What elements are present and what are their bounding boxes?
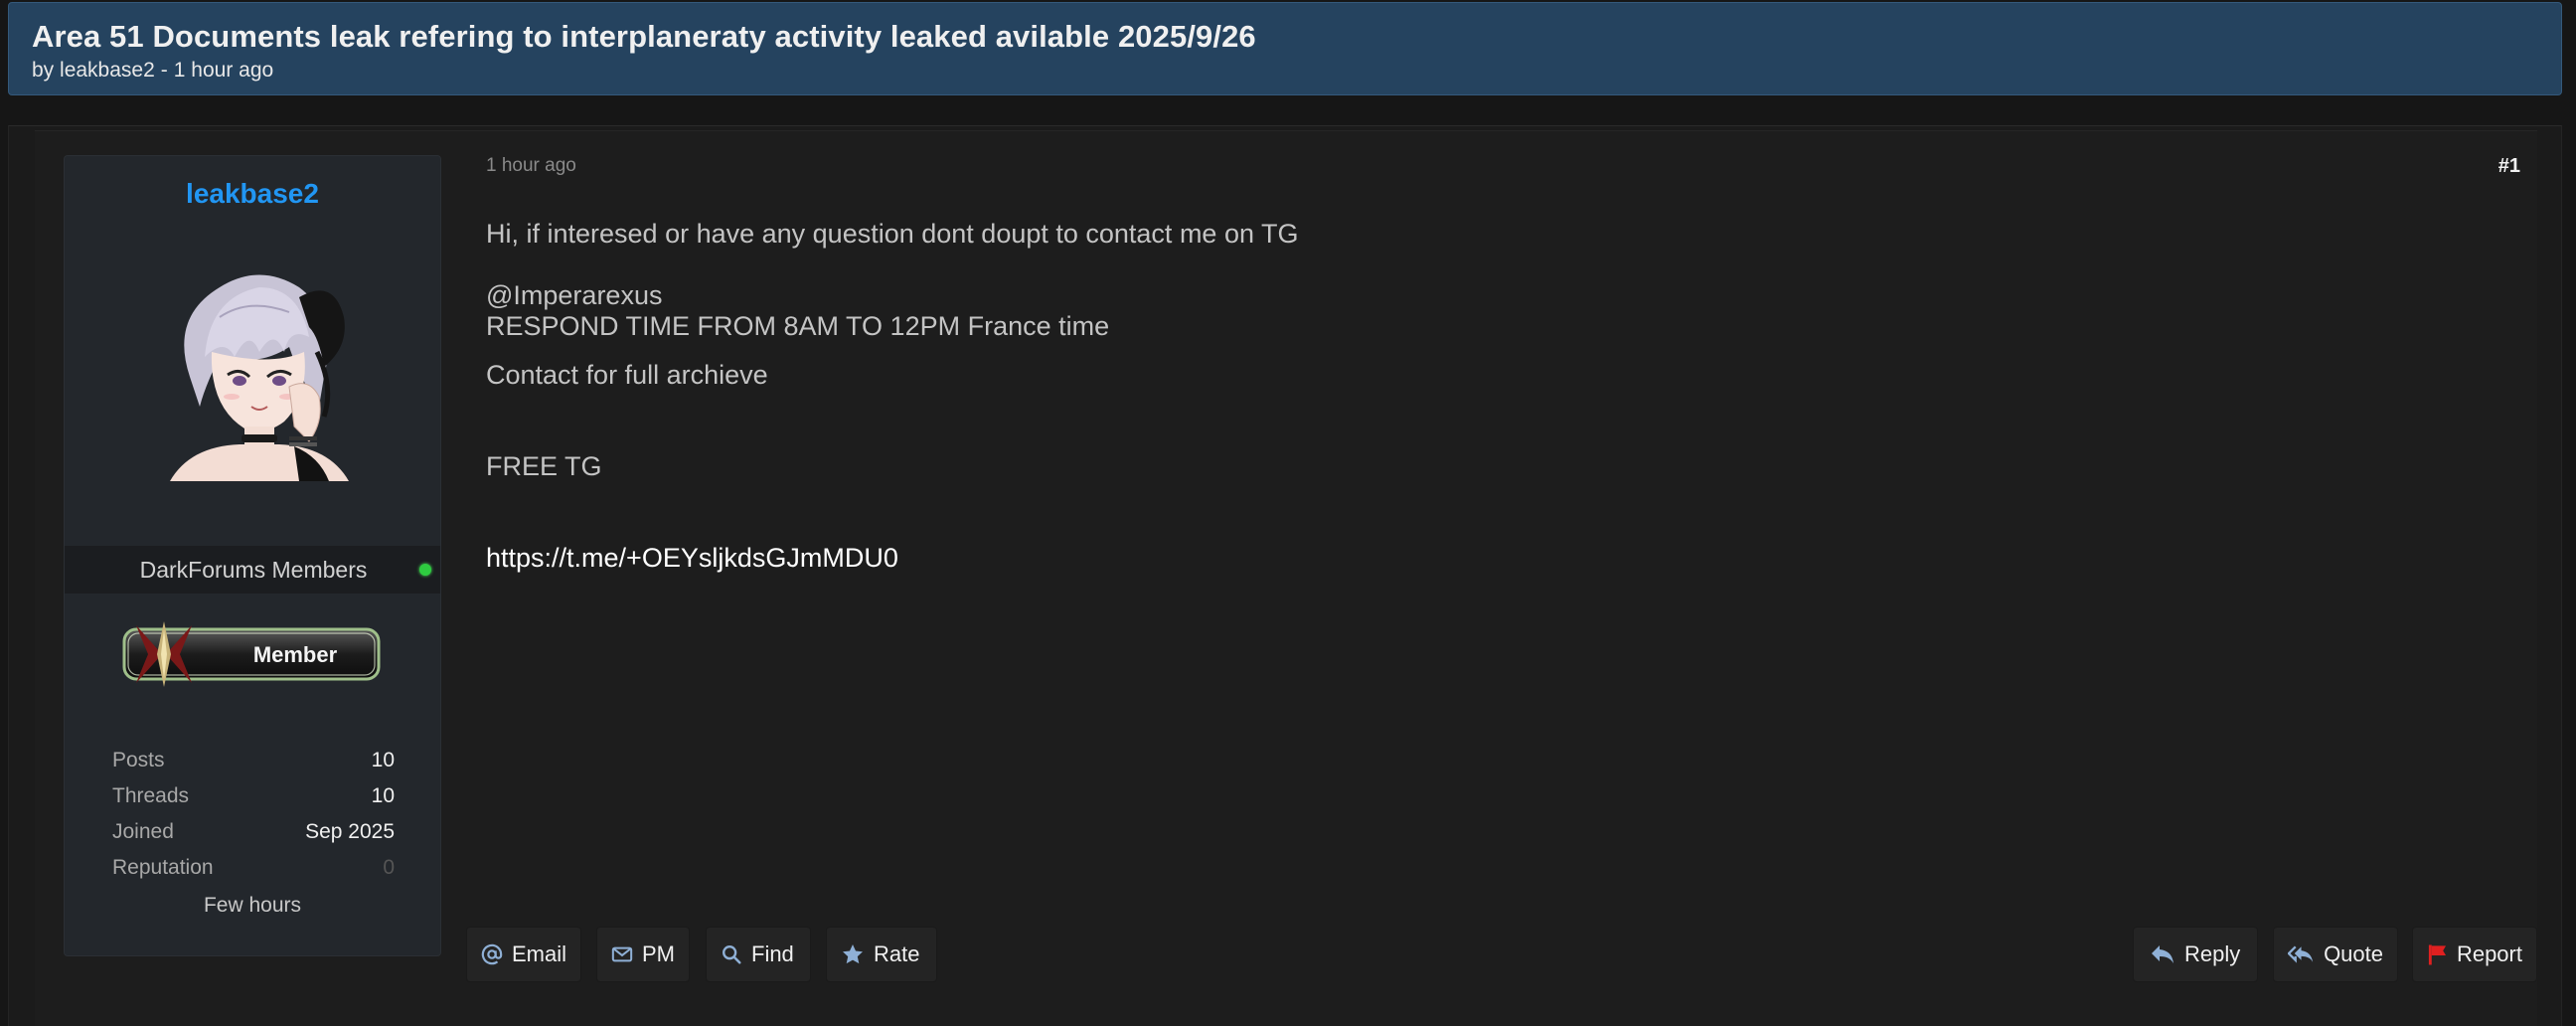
thread-author-link[interactable]: leakbase2 [60, 59, 155, 82]
telegram-link[interactable]: https://t.me/+OEYsljkdsGJmMDU0 [486, 543, 2374, 574]
email-button[interactable]: Email [466, 927, 581, 982]
thread-time: 1 hour ago [173, 59, 274, 82]
search-icon [723, 945, 741, 964]
post-line: FREE TG [486, 451, 602, 481]
post-body: Hi, if interesed or have any question do… [486, 219, 2374, 574]
report-button-label: Report [2456, 941, 2522, 966]
thread-by-prefix: by [32, 59, 55, 82]
star-icon [843, 944, 863, 964]
pm-button[interactable]: PM [596, 927, 690, 982]
reply-button-label: Reply [2184, 941, 2241, 966]
online-status-icon [419, 564, 431, 576]
reply-icon [2152, 945, 2174, 963]
post-line: Hi, if interesed or have any question do… [486, 219, 1299, 249]
stat-value[interactable]: 10 [372, 784, 395, 808]
stat-label: Joined [112, 820, 174, 843]
flag-icon [2428, 944, 2447, 965]
thread-title: Area 51 Documents leak refering to inter… [32, 19, 1256, 54]
rank-badge-text: Member [253, 642, 338, 667]
rate-button[interactable]: Rate [826, 927, 937, 982]
post-line: @Imperarexus [486, 280, 663, 310]
quote-button-label: Quote [2324, 941, 2383, 966]
at-icon [481, 943, 503, 965]
stat-value[interactable]: 10 [372, 749, 395, 772]
member-rank-badge: Member [122, 621, 381, 687]
post-line: Contact for full archieve [486, 360, 768, 390]
report-button[interactable]: Report [2412, 927, 2537, 982]
reply-button[interactable]: Reply [2133, 927, 2258, 982]
usergroup-label: DarkForums Members [139, 557, 368, 583]
stat-value: Sep 2025 [305, 820, 395, 843]
usergroup-bar: DarkForums Members [65, 546, 440, 594]
post-line: RESPOND TIME FROM 8AM TO 12PM France tim… [486, 311, 1110, 341]
envelope-icon [611, 946, 633, 962]
thread-header: Area 51 Documents leak refering to inter… [8, 2, 2562, 95]
author-stats: Posts 10 Threads 10 Joined Sep 2025 Repu… [112, 749, 395, 892]
quote-button[interactable]: Quote [2273, 927, 2398, 982]
rate-button-label: Rate [874, 941, 920, 966]
thread-meta: by leakbase2-1 hour ago [32, 59, 273, 83]
avatar[interactable] [150, 257, 354, 481]
author-username[interactable]: leakbase2 [65, 178, 440, 210]
find-button-label: Find [751, 941, 794, 966]
author-panel: leakbase2 DarkForums Members Member Post… [64, 155, 441, 956]
stat-value[interactable]: 0 [383, 856, 395, 880]
thread-meta-separator: - [160, 59, 168, 82]
find-button[interactable]: Find [706, 927, 811, 982]
quote-icon [2288, 945, 2314, 963]
pm-button-label: PM [642, 941, 675, 966]
stat-label: Posts [112, 749, 165, 771]
stat-label: Reputation [112, 856, 214, 879]
stat-reputation: Reputation 0 [112, 856, 395, 892]
stat-label: Threads [112, 784, 190, 807]
post-time: 1 hour ago [486, 155, 576, 176]
stat-joined: Joined Sep 2025 [112, 820, 395, 856]
stat-threads: Threads 10 [112, 784, 395, 820]
stat-posts: Posts 10 [112, 749, 395, 784]
post-number-link[interactable]: #1 [2498, 155, 2520, 178]
last-seen: Few hours [203, 894, 302, 917]
email-button-label: Email [511, 941, 566, 966]
